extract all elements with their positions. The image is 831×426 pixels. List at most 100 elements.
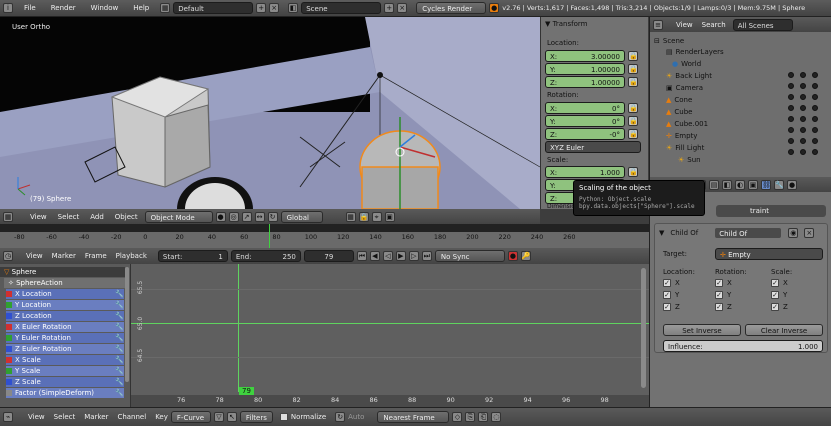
outliner-item[interactable]: ☀ Fill Light	[666, 142, 704, 153]
outliner-item[interactable]: ▤ RenderLayers	[666, 46, 724, 57]
jump-end-icon[interactable]: ⏭	[421, 251, 432, 261]
material-tab-icon[interactable]: ●	[787, 179, 797, 190]
bottom-key-menu[interactable]: Key	[155, 413, 168, 421]
outliner-search-menu[interactable]: Search	[702, 21, 726, 29]
menu-help[interactable]: Help	[133, 4, 149, 12]
current-frame-field[interactable]: 79	[303, 250, 354, 262]
channel-scrollbar[interactable]	[125, 267, 129, 382]
bottom-channel-menu[interactable]: Channel	[117, 413, 146, 421]
timeline-frame-menu[interactable]: Frame	[85, 252, 107, 260]
layout-select[interactable]: Default	[173, 2, 254, 14]
outliner-item[interactable]: ☀ Sun	[678, 154, 701, 165]
close-icon[interactable]: ×	[804, 228, 815, 238]
constraint-tab-icon[interactable]: ⛓	[761, 179, 771, 190]
set-inverse-button[interactable]: Set Inverse	[663, 324, 741, 336]
remove-scene-icon[interactable]: ×	[397, 3, 408, 13]
eye-icon[interactable]	[788, 127, 794, 133]
only-selected-icon[interactable]: ↖	[226, 412, 237, 422]
fcurve-channel[interactable]: Factor (SimpleDeform) 🔧	[6, 388, 124, 398]
fcurve-channel[interactable]: X Scale 🔧	[6, 355, 124, 365]
outliner-item[interactable]: ✛ Empty	[666, 130, 697, 141]
eye-icon[interactable]: ◉	[788, 228, 799, 238]
scale-x-field[interactable]: X: 1.000	[545, 166, 625, 178]
loc-y-checkbox[interactable]: ✓ Y	[663, 291, 715, 299]
view-menu[interactable]: View	[30, 213, 47, 221]
cursor-icon[interactable]	[800, 149, 806, 155]
modifier-wrench-icon[interactable]: 🔧	[115, 334, 124, 342]
modifier-wrench-icon[interactable]: 🔧	[115, 389, 124, 397]
modifier-wrench-icon[interactable]: 🔧	[115, 367, 124, 375]
influence-slider[interactable]: Influence: 1.000	[663, 340, 823, 352]
scene-icon[interactable]: ◧	[288, 3, 299, 13]
render-icon[interactable]: ▣	[384, 211, 395, 222]
lock-icon[interactable]: 🔒	[628, 103, 638, 113]
layers-icon[interactable]: ▦	[345, 211, 356, 222]
fcurve-channel[interactable]: Z Euler Rotation 🔧	[6, 344, 124, 354]
editor-type-icon[interactable]: i	[3, 3, 13, 13]
pivot-icon[interactable]: ◇	[452, 412, 463, 422]
world-tab-icon[interactable]: ◐	[735, 179, 745, 190]
eye-icon[interactable]	[788, 116, 794, 122]
collapse-icon[interactable]: ▼	[659, 229, 664, 237]
orientation-select[interactable]: Global	[280, 210, 323, 223]
graph-editor-icon[interactable]: ⌁	[3, 412, 13, 422]
action-channel[interactable]: ✧ SphereAction	[4, 278, 125, 288]
rotation-z-field[interactable]: Z: -0°	[545, 128, 625, 140]
fcurve-channel[interactable]: X Location 🔧	[6, 289, 124, 299]
outliner-icon[interactable]: ≡	[653, 19, 663, 30]
lock-icon[interactable]: 🔒	[628, 51, 638, 61]
outliner-filter-select[interactable]: All Scenes	[732, 18, 793, 31]
constraint-name-field[interactable]: Child Of	[714, 227, 783, 239]
rotate-icon[interactable]: ↻	[267, 211, 278, 222]
manipulator-icon[interactable]: ↗	[241, 211, 252, 222]
layers-tab-icon[interactable]: ▤	[709, 179, 719, 190]
outliner-view-menu[interactable]: View	[676, 21, 693, 29]
shading-icon[interactable]: ●	[215, 211, 226, 222]
fcurve-channel[interactable]: Z Scale 🔧	[6, 377, 124, 387]
camera-render-icon[interactable]	[812, 116, 818, 122]
bottom-view-menu[interactable]: View	[28, 413, 45, 421]
scale-y-checkbox[interactable]: ✓ Y	[771, 291, 823, 299]
modifier-tab-icon[interactable]: 🔧	[774, 179, 784, 190]
graph-scrollbar[interactable]	[641, 268, 646, 388]
rotation-mode-select[interactable]: XYZ Euler	[545, 141, 641, 153]
translate-icon[interactable]: ↔	[254, 211, 265, 222]
scale-x-checkbox[interactable]: ✓ X	[771, 279, 823, 287]
cursor-icon[interactable]	[800, 116, 806, 122]
cursor-icon[interactable]	[800, 72, 806, 78]
loc-z-checkbox[interactable]: ✓ Z	[663, 303, 715, 311]
object-channel[interactable]: ▽ Sphere	[0, 267, 125, 277]
camera-render-icon[interactable]	[812, 149, 818, 155]
sync-select[interactable]: No Sync	[434, 250, 505, 262]
fcurve-channel[interactable]: Y Euler Rotation 🔧	[6, 333, 124, 343]
bottom-select-menu[interactable]: Select	[54, 413, 76, 421]
transform-title[interactable]: ▼ Transform	[545, 20, 587, 28]
location-y-field[interactable]: Y: 1.00000	[545, 63, 625, 75]
timeline[interactable]: -80 -60 -40 -20 0 20 40 60 80 100 120 140 160 180 200 2…	[0, 224, 649, 264]
rot-y-checkbox[interactable]: ✓ Y	[715, 291, 771, 299]
cursor-icon[interactable]	[800, 138, 806, 144]
lock-icon[interactable]: 🔒	[628, 77, 638, 87]
lock-icon[interactable]: 🔒	[628, 167, 638, 177]
mode-select[interactable]: Object Mode	[144, 210, 213, 223]
normalize-checkbox[interactable]	[279, 413, 288, 421]
layout-icon[interactable]: ▦	[160, 3, 171, 13]
ghost-icon[interactable]: ◌	[491, 412, 502, 422]
eye-icon[interactable]	[788, 149, 794, 155]
start-frame-field[interactable]: Start: 1	[157, 250, 228, 262]
scale-z-checkbox[interactable]: ✓ Z	[771, 303, 823, 311]
modifier-wrench-icon[interactable]: 🔧	[115, 378, 124, 386]
fcurve-channel[interactable]: Z Location 🔧	[6, 311, 124, 321]
outliner-item[interactable]: ⊟ Scene	[654, 35, 684, 46]
keying-set-icon[interactable]: 🔑	[520, 251, 531, 261]
camera-render-icon[interactable]	[812, 138, 818, 144]
eye-icon[interactable]	[788, 94, 794, 100]
fcurve-channel[interactable]: Y Scale 🔧	[6, 366, 124, 376]
menu-render[interactable]: Render	[51, 4, 76, 12]
menu-window[interactable]: Window	[91, 4, 119, 12]
timeline-view-menu[interactable]: View	[26, 252, 43, 260]
scene-tab-icon[interactable]: ◧	[722, 179, 732, 190]
lock-icon[interactable]: 🔒	[628, 129, 638, 139]
auto-icon[interactable]: ↻	[335, 412, 346, 422]
next-key-icon[interactable]: ▷	[408, 251, 419, 261]
